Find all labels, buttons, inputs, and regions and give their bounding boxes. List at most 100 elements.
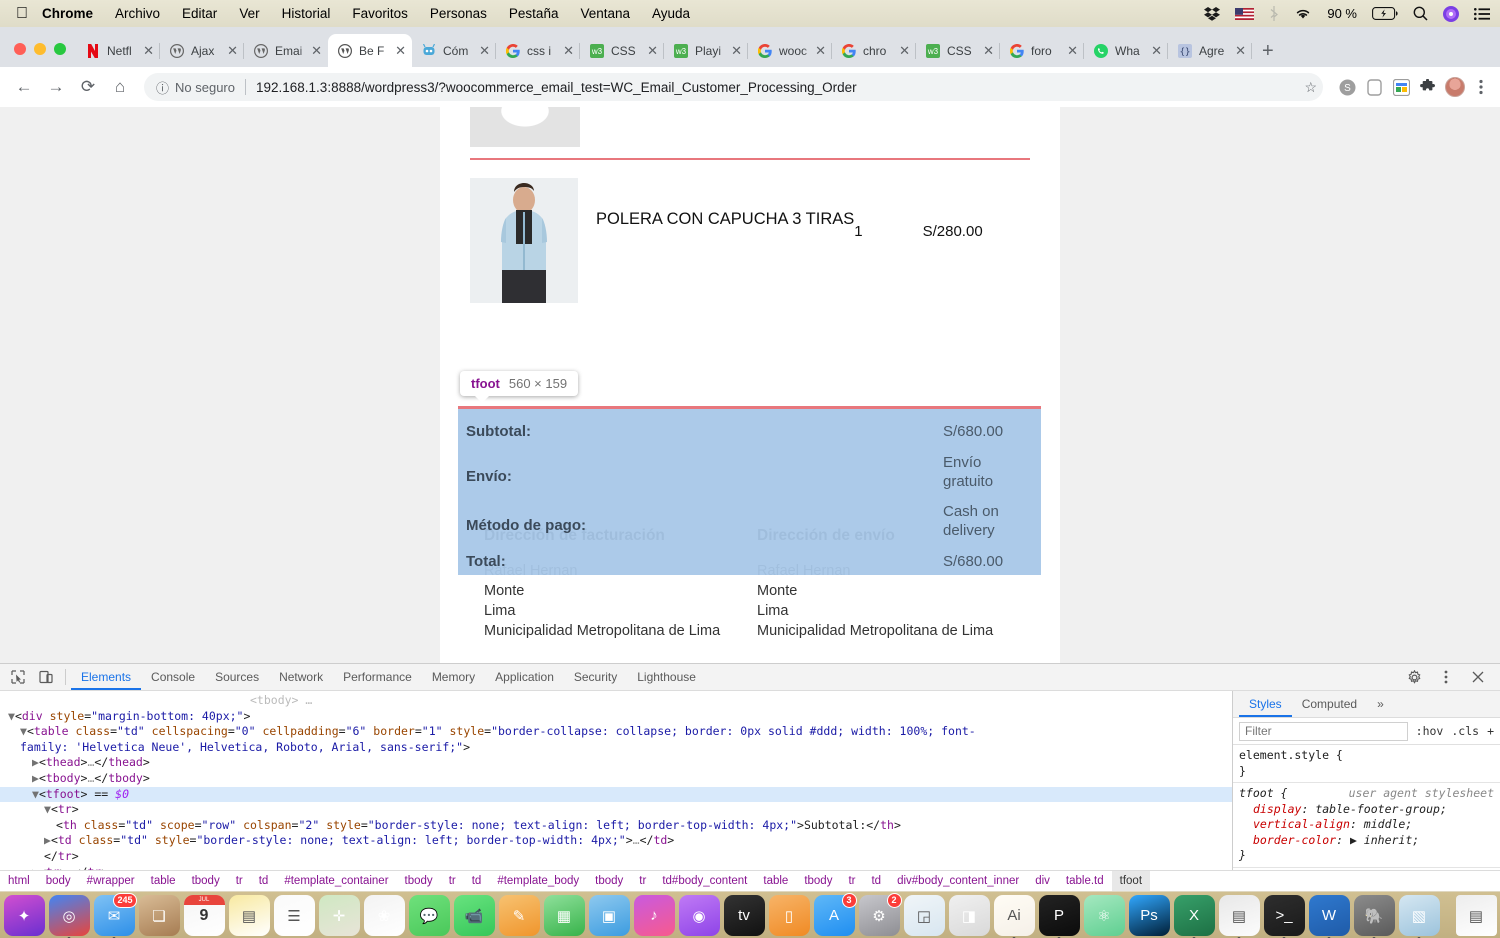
menu-item-personas[interactable]: Personas (430, 6, 487, 21)
breadcrumb-html[interactable]: html (0, 871, 38, 891)
dom-node[interactable]: ▼<tr> (0, 802, 1232, 818)
apple-logo-icon[interactable]:  (16, 5, 28, 22)
info-circle-icon[interactable]: ⓘ (156, 78, 169, 97)
devtools-tab-performance[interactable]: Performance (333, 664, 422, 690)
more-options-icon[interactable] (1432, 665, 1460, 689)
browser-tab-7[interactable]: w3 Playi ✕ (664, 34, 748, 67)
dom-node[interactable]: </tr> (0, 849, 1232, 865)
tab-close-icon[interactable]: ✕ (1151, 43, 1162, 59)
dock-item-facetime-icon[interactable]: 📹 (453, 895, 495, 936)
forward-icon[interactable]: → (42, 73, 70, 101)
dock-item-mail-icon[interactable]: ✉ 245 (93, 893, 137, 938)
browser-tab-4[interactable]: Cóm ✕ (412, 34, 496, 67)
dom-node[interactable]: ▶<tr>…</tr> (0, 865, 1232, 870)
dock-item-atom-icon[interactable]: ⚛ (1083, 895, 1125, 936)
macos-dock[interactable]: ☺🚀◉✦◎✉245❏9JUL▤☰✛❀💬📹✎▦▣♪◉tv▯A3⚙2◲◨AiP⚛Ps… (0, 891, 1500, 938)
skype-icon[interactable]: S (1337, 77, 1357, 97)
tab-close-icon[interactable]: ✕ (395, 43, 406, 59)
cls-toggle[interactable]: .cls (1451, 724, 1479, 738)
dock-item-app-store-icon[interactable]: A3 (813, 893, 857, 936)
breadcrumb-table[interactable]: table (143, 871, 184, 891)
menu-item-chrome[interactable]: Chrome (42, 6, 93, 21)
dock-item-numbers-icon[interactable]: ▦ (543, 895, 585, 936)
dock-item-excel-icon[interactable]: X (1173, 895, 1215, 938)
dom-node[interactable]: <th class="td" scope="row" colspan="2" s… (0, 818, 1232, 834)
dock-item-preview-icon[interactable]: ◲ (903, 895, 945, 936)
declaration-vertical-align[interactable]: vertical-align: middle; (1239, 817, 1494, 833)
dock-item-document-stack-1[interactable]: ▤ (1455, 895, 1497, 936)
wifi-icon[interactable] (1294, 7, 1312, 20)
menu-item-editar[interactable]: Editar (182, 6, 217, 21)
breadcrumb-template_body[interactable]: #template_body (489, 871, 587, 891)
home-icon[interactable]: ⌂ (106, 73, 134, 101)
browser-tab-11[interactable]: foro ✕ (1000, 34, 1084, 67)
devtools-tab-application[interactable]: Application (485, 664, 564, 690)
dock-item-image-capture-icon[interactable]: ▧ (1398, 895, 1440, 938)
chrome-store-icon[interactable] (1391, 77, 1411, 97)
devtools-tab-elements[interactable]: Elements (71, 664, 141, 690)
bluetooth-icon[interactable] (1269, 6, 1279, 21)
dock-item-photoshop-icon[interactable]: Ps (1128, 895, 1170, 936)
dock-item-siri-icon[interactable]: ✦ (3, 895, 45, 936)
breadcrumb-tr[interactable]: tr (441, 871, 464, 891)
breadcrumb-td[interactable]: td (464, 871, 490, 891)
breadcrumb-tabletd[interactable]: table.td (1058, 871, 1112, 891)
device-toolbar-icon[interactable] (32, 665, 60, 689)
dock-item-photos-icon[interactable]: ❀ (363, 895, 405, 936)
browser-tab-6[interactable]: w3 CSS ✕ (580, 34, 664, 67)
tab-close-icon[interactable]: ✕ (227, 43, 238, 59)
devtools-tab-network[interactable]: Network (269, 664, 333, 690)
control-center-icon[interactable] (1474, 7, 1490, 20)
breadcrumb-tbody[interactable]: tbody (184, 871, 228, 891)
new-style-rule-button[interactable]: + (1487, 724, 1494, 738)
styles-overflow-icon[interactable]: » (1367, 691, 1394, 717)
dom-lines[interactable]: ▼<div style="margin-bottom: 40px;"> ▼<tab… (0, 709, 1232, 870)
breadcrumb-divbody_content_inner[interactable]: div#body_content_inner (889, 871, 1027, 891)
tab-close-icon[interactable]: ✕ (1235, 43, 1246, 59)
dropbox-icon[interactable] (1204, 6, 1221, 21)
battery-icon[interactable] (1372, 7, 1398, 20)
computed-tab[interactable]: Computed (1292, 691, 1367, 717)
browser-tab-1[interactable]: Ajax ✕ (160, 34, 244, 67)
dock-item-terminal-icon[interactable]: >_ (1263, 895, 1305, 938)
dom-node[interactable]: family: 'Helvetica Neue', Helvetica, Rob… (0, 740, 1232, 756)
devtools-tab-security[interactable]: Security (564, 664, 627, 690)
browser-tab-8[interactable]: wooc ✕ (748, 34, 832, 67)
breadcrumb-tr[interactable]: tr (228, 871, 251, 891)
bookmark-star-icon[interactable]: ☆ (1304, 79, 1317, 96)
dock-item-messages-icon[interactable]: 💬 (408, 895, 450, 936)
dom-tree-panel[interactable]: <tbody> … ▼<div style="margin-bottom: 40… (0, 691, 1232, 870)
styles-tab[interactable]: Styles (1239, 691, 1292, 717)
tab-close-icon[interactable]: ✕ (983, 43, 994, 59)
dock-item-chrome-icon[interactable]: ◎ (48, 895, 90, 938)
dock-item-podcasts-icon[interactable]: ◉ (678, 895, 720, 936)
dock-item-keynote-icon[interactable]: ▣ (588, 895, 630, 936)
tab-close-icon[interactable]: ✕ (1067, 43, 1078, 59)
dock-item-nikon-transfer-icon[interactable]: ◨ (948, 895, 990, 936)
devtools-tab-console[interactable]: Console (141, 664, 205, 690)
dom-node[interactable]: ▶<thead>…</thead> (0, 755, 1232, 771)
breadcrumb-tr[interactable]: tr (631, 871, 654, 891)
browser-tab-9[interactable]: chro ✕ (832, 34, 916, 67)
browser-tab-0[interactable]: Netfl ✕ (76, 34, 160, 67)
chrome-menu-icon[interactable] (1472, 73, 1490, 101)
tab-close-icon[interactable]: ✕ (731, 43, 742, 59)
declaration-border-color[interactable]: border-color: ▶ inherit; (1239, 833, 1494, 849)
dom-node-selected[interactable]: ▼<tfoot> == $0 (0, 786, 1232, 803)
dock-item-reminders-icon[interactable]: ☰ (273, 895, 315, 936)
dom-node[interactable]: ▶<tbody>…</tbody> (0, 771, 1232, 787)
dock-item-appletv-icon[interactable]: tv (723, 895, 765, 936)
breadcrumb-body[interactable]: body (38, 871, 79, 891)
styles-filter-input[interactable] (1239, 721, 1408, 741)
dock-item-itunes-icon[interactable]: ♪ (633, 895, 675, 936)
devtools-tab-memory[interactable]: Memory (422, 664, 485, 690)
dock-item-books-icon[interactable]: ▯ (768, 895, 810, 936)
dom-breadcrumb-bar[interactable]: html body #wrapper table tbody tr td #template_… (0, 870, 1500, 891)
dock-item-calendar-icon[interactable]: 9 JUL (183, 895, 225, 936)
dock-item-pages-icon[interactable]: ✎ (498, 895, 540, 936)
tab-close-icon[interactable]: ✕ (815, 43, 826, 59)
breadcrumb-tr[interactable]: tr (840, 871, 863, 891)
browser-tab-10[interactable]: w3 CSS ✕ (916, 34, 1000, 67)
declaration-display[interactable]: display: table-footer-group; (1239, 802, 1494, 818)
tab-close-icon[interactable]: ✕ (563, 43, 574, 59)
